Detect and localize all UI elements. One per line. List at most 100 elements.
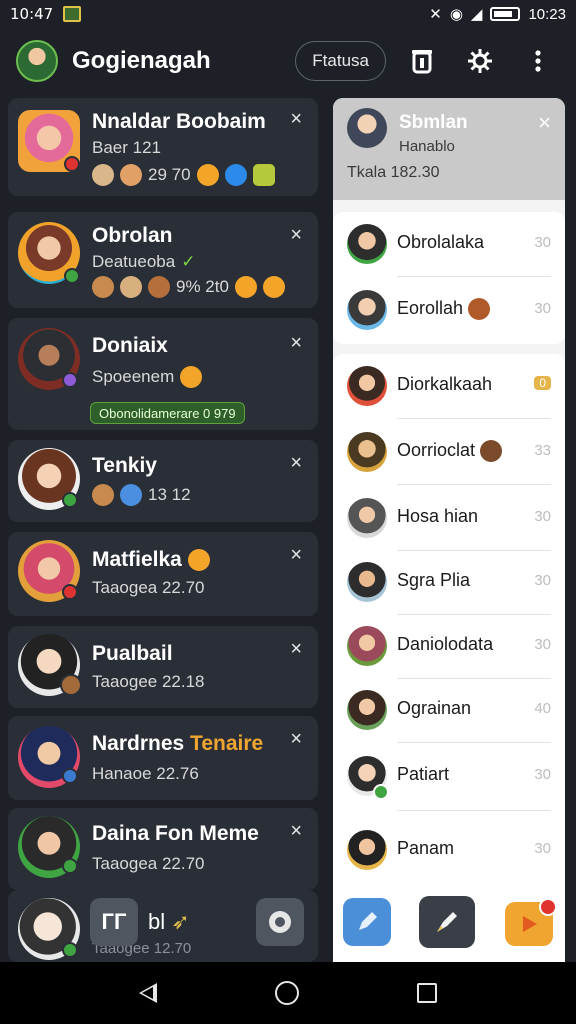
contact-group: Obrolalaka 30 Eorollah 30: [333, 212, 565, 344]
rocket-button[interactable]: [419, 896, 475, 948]
status-time-right: 10:23: [528, 5, 566, 23]
trash-icon[interactable]: [400, 39, 444, 83]
contact-subtitle: Deatueoba ✓: [92, 252, 195, 272]
pencil-icon: [359, 912, 377, 930]
close-icon[interactable]: ×: [290, 728, 302, 751]
app-title: Gogienagah: [72, 47, 211, 74]
contact-count: 30: [534, 840, 551, 857]
reaction-count: 9% 2t0: [176, 277, 229, 296]
contact-name: Diorkalkaah: [397, 374, 493, 394]
chat-card[interactable]: Matfielka Taaogea 22.70 ×: [8, 532, 318, 616]
notification-icon: [63, 6, 82, 22]
check-icon: ✓: [181, 252, 196, 271]
emoji-icon: [480, 440, 503, 463]
chat-card[interactable]: Pualbail Taaogee 22.18 ×: [8, 626, 318, 708]
contact-item[interactable]: Daniolodata 30: [333, 614, 565, 678]
name-text: Oorrioclat: [397, 440, 476, 460]
contact-name: Nnaldar Boobaim: [92, 110, 266, 133]
close-icon[interactable]: ×: [290, 820, 302, 843]
contact-subtitle: Taaogee 22.18: [92, 672, 205, 691]
close-icon[interactable]: ×: [290, 332, 302, 355]
divider: [397, 810, 551, 811]
chat-card[interactable]: Daina Fon Meme Taaogea 22.70 ×: [8, 808, 318, 890]
emoji-icon: [468, 298, 491, 321]
contact-avatar: [347, 224, 387, 264]
contact-item[interactable]: Ograinan 40: [333, 678, 565, 742]
status-emoji-icon: [187, 549, 210, 572]
contact-item[interactable]: Sgra Plia 30: [333, 550, 565, 614]
contact-item[interactable]: Patiart 30: [333, 744, 565, 808]
panel-meta: Tkala 182.30: [347, 164, 440, 181]
close-icon[interactable]: ×: [290, 108, 302, 131]
contact-avatar: [347, 432, 387, 472]
status-badge: [62, 768, 78, 784]
contact-group: Diorkalkaah 0 Oorrioclat 33 Hosa hian 30…: [333, 354, 565, 964]
battery-icon: [490, 7, 521, 21]
chat-card[interactable]: Doniaix Spoeenem Obonolidamerare 0 979 ×: [8, 318, 318, 430]
wifi-icon: ◉: [449, 6, 463, 23]
contact-name: Obrolan: [92, 224, 173, 247]
settings-icon[interactable]: [458, 39, 502, 83]
mute-icon: ✕: [429, 6, 442, 23]
contact-name: Tenkiy: [92, 454, 157, 477]
contact-name: Panam: [397, 838, 455, 858]
dock-app-button[interactable]: ГГ: [90, 898, 138, 946]
contact-name: Matfielka: [92, 548, 210, 572]
reaction-count: 13 12: [148, 485, 191, 504]
status-badge: [373, 784, 389, 800]
reaction-row: 13 12: [92, 484, 191, 506]
contact-item[interactable]: Oorrioclat 33: [333, 420, 565, 484]
profile-avatar[interactable]: [16, 40, 58, 82]
close-icon[interactable]: ×: [290, 224, 302, 247]
smile-icon: [262, 276, 285, 298]
close-icon[interactable]: ×: [290, 452, 302, 475]
chat-card[interactable]: Nardrnes Tenaire Hanaoe 22.76 ×: [8, 716, 318, 800]
avatar-icon: [92, 484, 114, 506]
contact-name: Hosa hian: [397, 506, 479, 526]
contact-subtitle: Spoeenem: [92, 366, 203, 388]
contact-count: 30: [534, 766, 551, 783]
recents-icon[interactable]: [417, 983, 437, 1003]
contact-item[interactable]: Diorkalkaah 0: [333, 354, 565, 418]
chat-card[interactable]: Obrolan Deatueoba ✓ 9% 2t0 ×: [8, 212, 318, 308]
chat-card[interactable]: Nnaldar Boobaim Baer 121 29 70 ×: [8, 98, 318, 196]
home-icon[interactable]: [275, 981, 299, 1005]
status-tag: Obonolidamerare 0 979: [90, 402, 245, 424]
back-icon[interactable]: [139, 983, 157, 1003]
contact-item[interactable]: Obrolalaka 30: [333, 212, 565, 276]
divider: [397, 418, 551, 419]
check-icon: [224, 164, 247, 186]
contact-count: 30: [534, 636, 551, 653]
name-accent-text: Tenaire: [190, 732, 264, 755]
close-icon[interactable]: ×: [290, 544, 302, 567]
contact-name: Daina Fon Meme: [92, 822, 259, 845]
contact-count: 40: [534, 700, 551, 717]
smile-icon: [234, 276, 257, 298]
status-badge: [60, 674, 82, 696]
more-options-icon[interactable]: [516, 39, 560, 83]
close-icon[interactable]: ×: [290, 638, 302, 661]
chat-card[interactable]: Tenkiy 13 12 ×: [8, 440, 318, 522]
contact-count: 30: [534, 508, 551, 525]
dock-text-button[interactable]: bl ➶: [148, 898, 218, 946]
play-icon: [523, 916, 537, 932]
status-pill-button[interactable]: Ftatusa: [295, 41, 386, 81]
contact-count: 30: [534, 300, 551, 317]
contact-avatar: [347, 690, 387, 730]
contact-avatar: [347, 626, 387, 666]
status-badge: [62, 942, 78, 958]
contact-name: Daniolodata: [397, 634, 494, 654]
contact-name: Sgra Plia: [397, 570, 471, 590]
contact-item[interactable]: Panam 30: [333, 818, 565, 882]
contact-item[interactable]: Hosa hian 30: [333, 486, 565, 550]
contact-name: Eorollah: [397, 298, 491, 321]
contact-item[interactable]: Eorollah 30: [333, 278, 565, 342]
status-badge: [64, 268, 80, 284]
avatar-icon: [148, 276, 170, 298]
close-icon[interactable]: ×: [538, 110, 551, 136]
status-badge: [62, 858, 78, 874]
compose-button[interactable]: [343, 898, 391, 946]
status-badge: [64, 156, 80, 172]
camera-button[interactable]: [256, 898, 304, 946]
heart-icon: [120, 484, 142, 506]
